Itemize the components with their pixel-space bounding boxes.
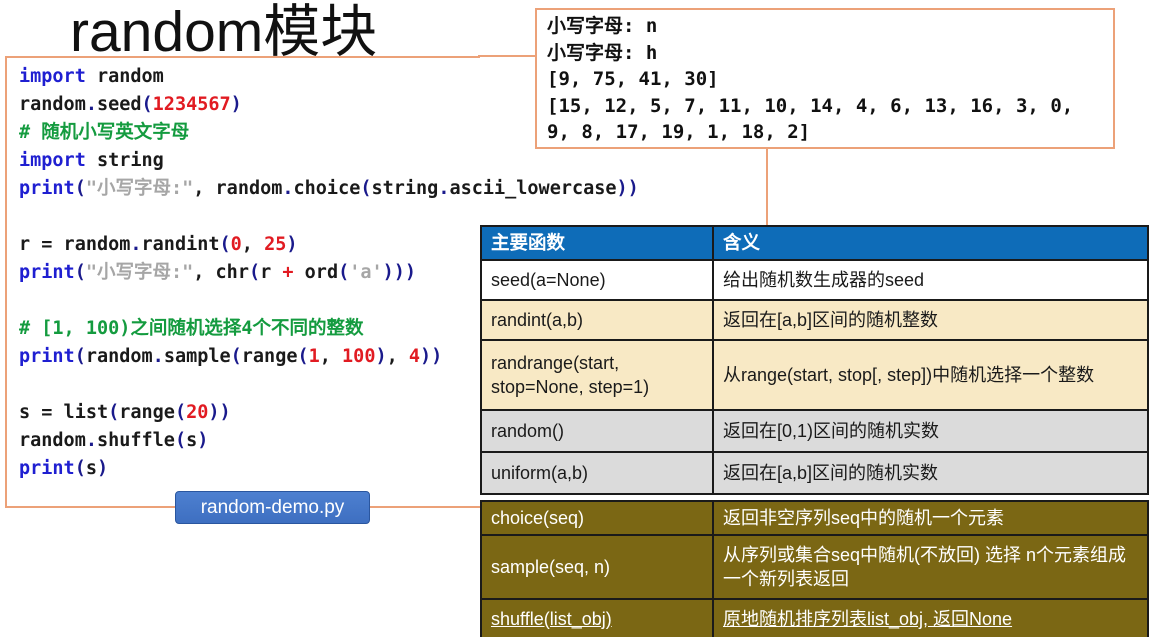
filename-badge: random-demo.py xyxy=(175,491,370,524)
code-line: print("小写字母:", random.choice(string.asci… xyxy=(19,178,639,199)
table-cell-meaning: 返回在[0,1)区间的随机实数 xyxy=(712,409,1149,453)
code-content: import random random.seed(1234567) # 随机小写英… xyxy=(7,58,639,483)
table-cell-meaning: 原地随机排序列表list_obj, 返回None xyxy=(712,598,1149,637)
code-line: random.shuffle(s) xyxy=(19,430,209,451)
table-cell-meaning: 从序列或集合seq中随机(不放回) 选择 n个元素组成一个新列表返回 xyxy=(712,534,1149,600)
table-cell-func: randint(a,b) xyxy=(480,299,714,341)
table-body-upper: seed(a=None) 给出随机数生成器的seed randint(a,b) 返回在… xyxy=(480,259,1149,495)
table-cell-meaning: 返回非空序列seq中的随机一个元素 xyxy=(712,500,1149,536)
table-cell-func: random() xyxy=(480,409,714,453)
table-cell-func: uniform(a,b) xyxy=(480,451,714,495)
table-cell-meaning: 给出随机数生成器的seed xyxy=(712,259,1149,301)
table-header-meaning: 含义 xyxy=(712,225,1149,261)
output-line: [15, 12, 5, 7, 11, 10, 14, 4, 6, 13, 16,… xyxy=(547,94,1074,117)
output-line: 9, 8, 17, 19, 1, 18, 2] xyxy=(547,121,811,143)
program-output-box: 小写字母: n 小写字母: h [9, 75, 41, 30] [15, 12, 5,… xyxy=(535,8,1115,149)
table-row: choice(seq) 返回非空序列seq中的随机一个元素 xyxy=(480,500,1149,536)
function-table-upper: 主要函数 含义 seed(a=None) 给出随机数生成器的seed randint… xyxy=(480,225,1149,495)
output-line: 小写字母: h xyxy=(547,41,658,64)
code-line: print(s) xyxy=(19,458,109,479)
table-body-lower: choice(seq) 返回非空序列seq中的随机一个元素 sample(seq, … xyxy=(480,500,1149,637)
table-cell-func: sample(seq, n) xyxy=(480,534,714,600)
function-table-wrap: 主要函数 含义 seed(a=None) 给出随机数生成器的seed randint… xyxy=(480,225,1149,637)
table-cell-func: shuffle(list_obj) xyxy=(480,598,714,637)
code-line: print("小写字母:", chr(r + ord('a'))) xyxy=(19,262,417,283)
slide: random模块 import random random.seed(123456… xyxy=(0,0,1160,637)
table-cell-func: randrange(start, stop=None, step=1) xyxy=(480,339,714,411)
code-line: # [1, 100)之间随机选择4个不同的整数 xyxy=(19,318,364,339)
code-box: import random random.seed(1234567) # 随机小写英… xyxy=(5,56,639,508)
table-row: uniform(a,b) 返回在[a,b]区间的随机实数 xyxy=(480,451,1149,495)
output-line: 小写字母: n xyxy=(547,15,658,37)
code-line: import random xyxy=(19,66,164,87)
code-line: # 随机小写英文字母 xyxy=(19,122,190,143)
code-line: import string xyxy=(19,150,164,171)
connector-code-to-output xyxy=(478,55,535,57)
connector-output-to-table xyxy=(766,147,768,225)
table-header-func: 主要函数 xyxy=(480,225,714,261)
code-line: s = list(range(20)) xyxy=(19,402,231,423)
table-cell-meaning: 从range(start, stop[, step])中随机选择一个整数 xyxy=(712,339,1149,411)
table-cell-meaning: 返回在[a,b]区间的随机实数 xyxy=(712,451,1149,495)
table-row: random() 返回在[0,1)区间的随机实数 xyxy=(480,409,1149,453)
table-header-row: 主要函数 含义 xyxy=(480,225,1149,261)
table-row: randint(a,b) 返回在[a,b]区间的随机整数 xyxy=(480,299,1149,341)
table-row: randrange(start, stop=None, step=1) 从rang… xyxy=(480,339,1149,411)
output-line: [9, 75, 41, 30] xyxy=(547,68,719,90)
code-line: random.seed(1234567) xyxy=(19,94,242,115)
table-row: sample(seq, n) 从序列或集合seq中随机(不放回) 选择 n个元素组… xyxy=(480,534,1149,600)
table-cell-func: choice(seq) xyxy=(480,500,714,536)
table-row: shuffle(list_obj) 原地随机排序列表list_obj, 返回Non… xyxy=(480,598,1149,637)
code-line: r = random.randint(0, 25) xyxy=(19,234,298,255)
table-cell-func: seed(a=None) xyxy=(480,259,714,301)
code-line: print(random.sample(range(1, 100), 4)) xyxy=(19,346,443,367)
table-row: seed(a=None) 给出随机数生成器的seed xyxy=(480,259,1149,301)
table-cell-meaning: 返回在[a,b]区间的随机整数 xyxy=(712,299,1149,341)
function-table-lower: choice(seq) 返回非空序列seq中的随机一个元素 sample(seq, … xyxy=(480,500,1149,637)
